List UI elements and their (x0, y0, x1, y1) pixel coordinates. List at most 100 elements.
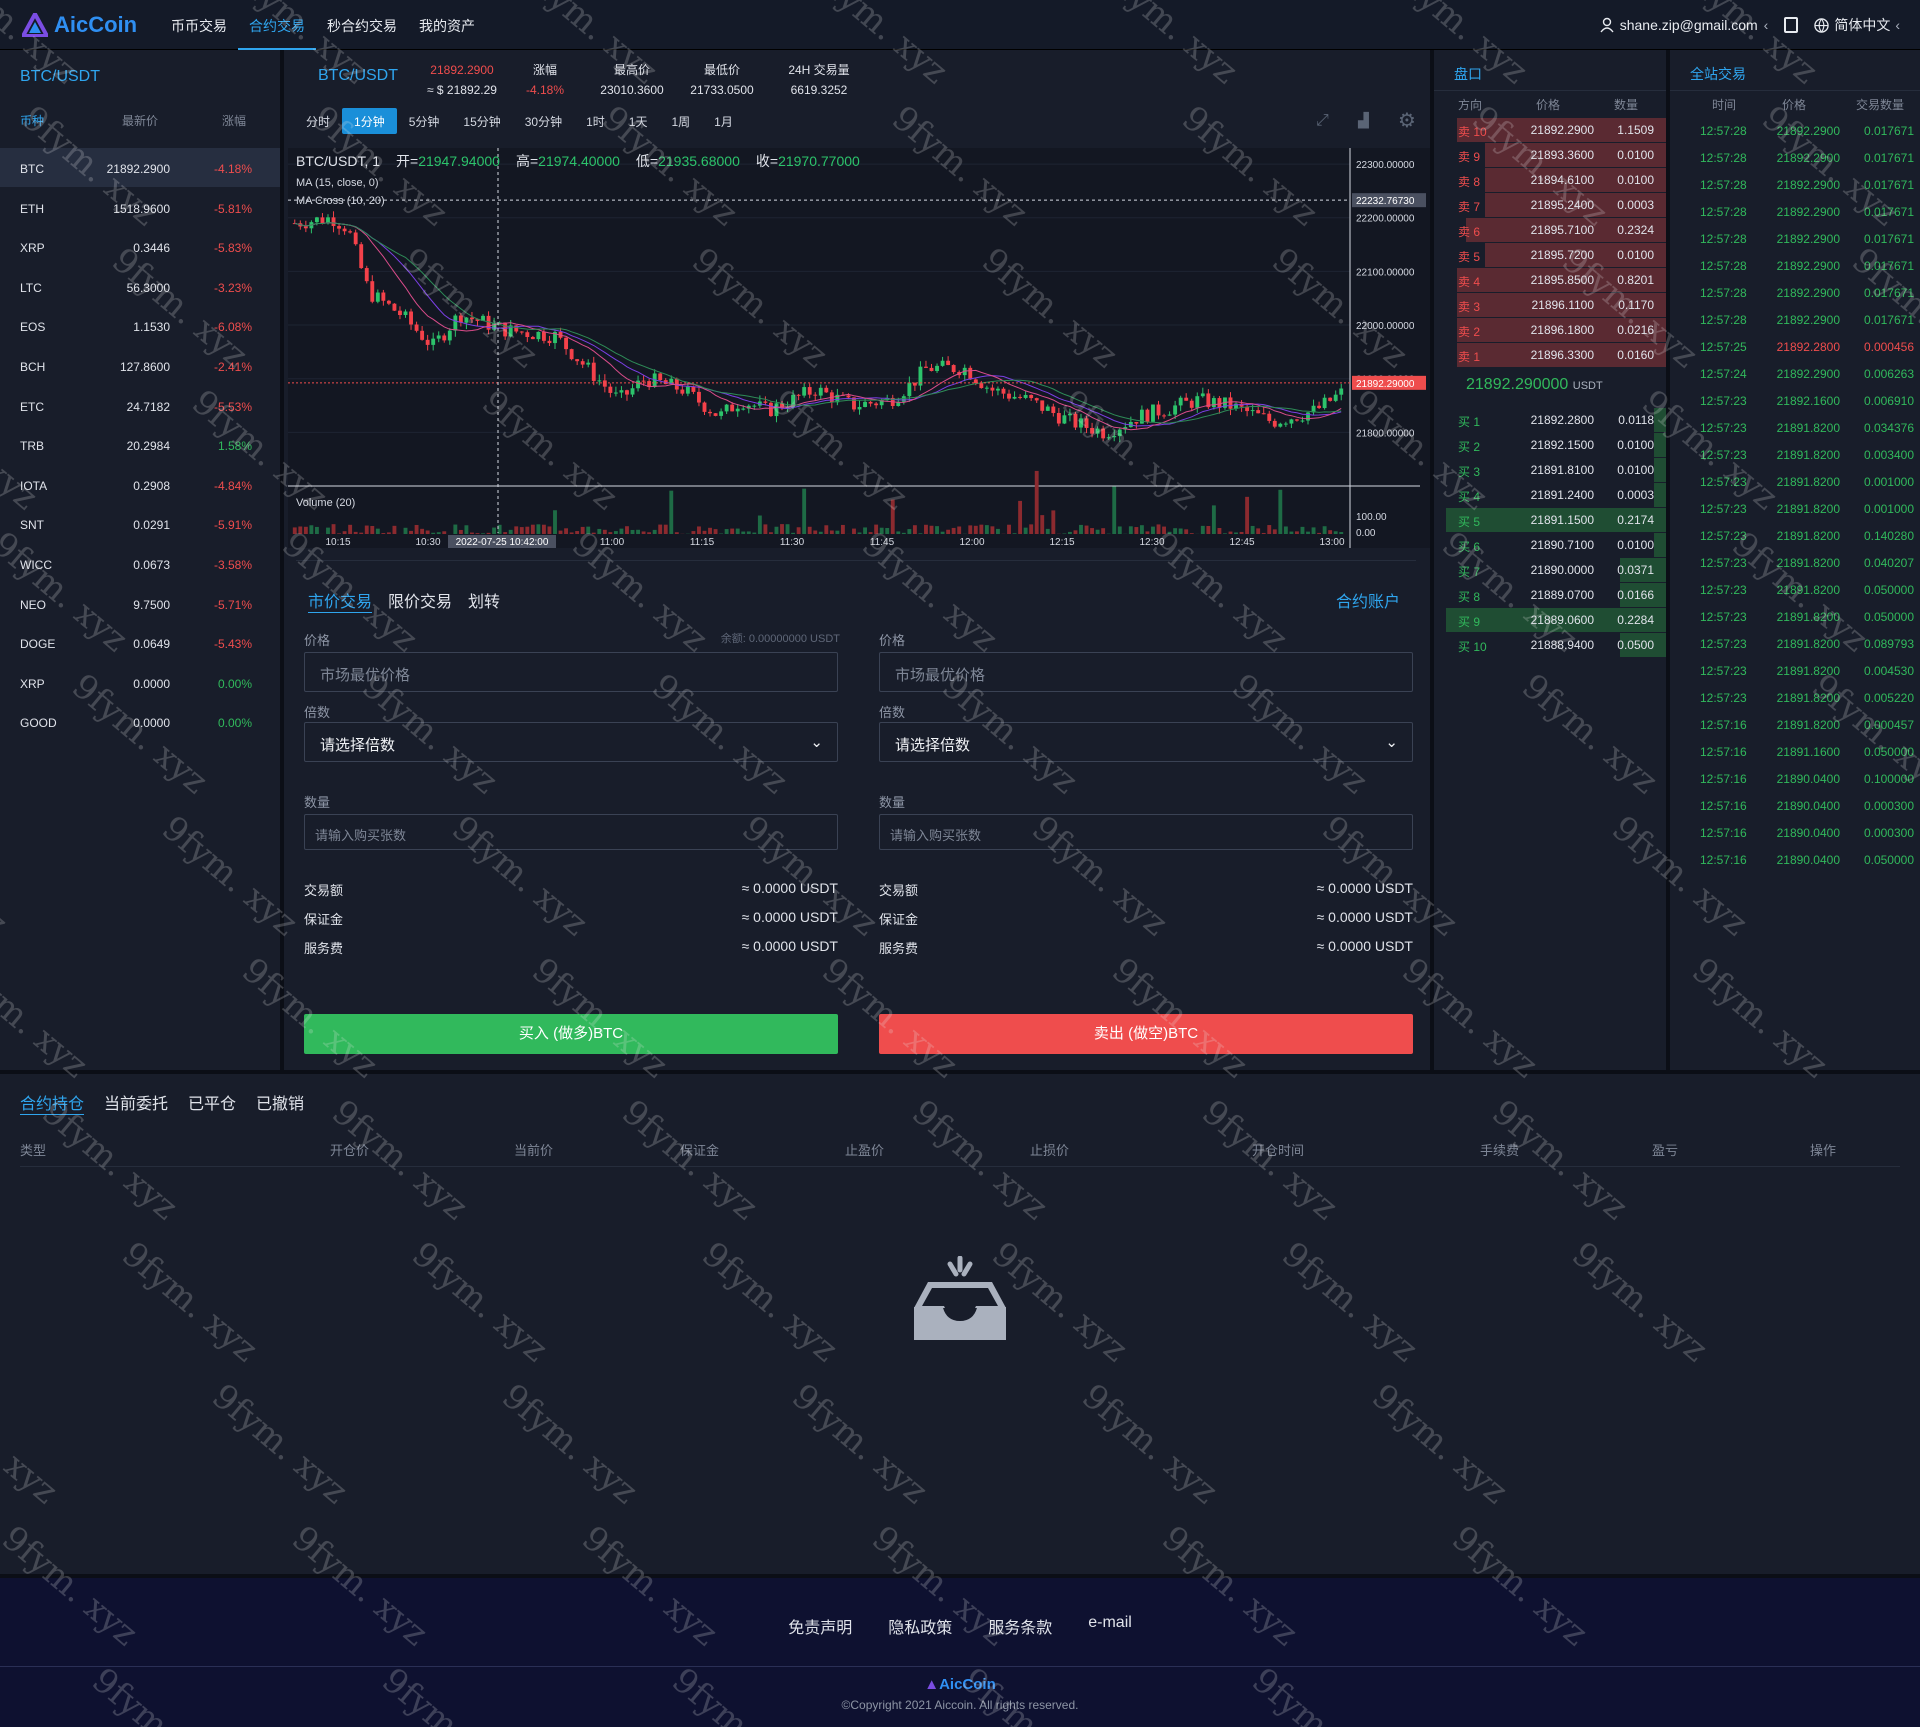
timeframe-3[interactable]: 15分钟 (451, 108, 512, 134)
bid-row[interactable]: 买 2 21892.1500 0.0100 (1434, 433, 1666, 457)
nav-link-3[interactable]: 我的资产 (408, 0, 486, 50)
timeframe-0[interactable]: 分时 (294, 108, 342, 134)
book-price: 21890.7100 (1530, 538, 1594, 552)
book-header-qty: 数量 (1614, 98, 1639, 112)
bid-row[interactable]: 买 1 21892.2800 0.0118 (1434, 408, 1666, 432)
coin-row[interactable]: EOS 1.1530 -6.08% (0, 306, 280, 345)
indicator-ma-label[interactable]: MA (15, close, 0) (296, 177, 379, 189)
trade-qty: 0.050000 (1863, 610, 1914, 624)
footer-link-1[interactable]: 隐私政策 (888, 1614, 952, 1638)
ask-row[interactable]: 卖 1 21896.3300 0.0160 (1434, 343, 1666, 367)
candlestick-chart[interactable]: 22300.00000 22200.00000 22100.00000 22000.0… (288, 148, 1430, 548)
ask-row[interactable]: 卖 3 21896.1100 0.1170 (1434, 293, 1666, 317)
ask-row[interactable]: 卖 10 21892.2900 1.1509 (1434, 118, 1666, 142)
nav-link-0[interactable]: 币币交易 (160, 0, 238, 50)
candle-body (586, 362, 591, 365)
candle-body (359, 244, 364, 269)
trade-row: 12:57:16 21890.0400 0.000300 (1670, 793, 1920, 820)
footer-link-0[interactable]: 免责声明 (788, 1614, 852, 1638)
fullscreen-icon[interactable]: ⤢ (1316, 112, 1329, 130)
bid-row[interactable]: 买 9 21889.0600 0.2284 (1434, 608, 1666, 632)
positions-tab-2[interactable]: 已平仓 (188, 1090, 236, 1115)
ask-row[interactable]: 卖 4 21895.8500 0.8201 (1434, 268, 1666, 292)
coin-row[interactable]: ETC 24.7182 -5.53% (0, 386, 280, 425)
positions-tab-0[interactable]: 合约持仓 (20, 1090, 85, 1115)
ask-row[interactable]: 卖 2 21896.1800 0.0216 (1434, 318, 1666, 342)
buy-price-input[interactable]: 市场最优价格 (304, 652, 838, 692)
coin-row[interactable]: NEO 9.7500 -5.71% (0, 584, 280, 623)
timeframe-2[interactable]: 5分钟 (397, 108, 452, 134)
timeframe-4[interactable]: 30分钟 (513, 108, 574, 134)
coin-row[interactable]: DOGE 0.0649 -5.43% (0, 623, 280, 662)
candle-body (541, 331, 546, 341)
trade-tab-2[interactable]: 划转 (468, 588, 500, 613)
volume-bar (1206, 525, 1211, 534)
footer-link-3[interactable]: e-mail (1088, 1614, 1132, 1638)
buy-leverage-select[interactable]: 请选择倍数 ⌄ (304, 722, 838, 762)
ask-row[interactable]: 卖 9 21893.3600 0.0100 (1434, 143, 1666, 167)
bid-row[interactable]: 买 4 21891.2400 0.0003 (1434, 483, 1666, 507)
ask-row[interactable]: 卖 5 21895.7200 0.0100 (1434, 243, 1666, 267)
coin-change: -5.43% (213, 637, 252, 652)
buy-quantity-input[interactable]: 请输入购买张数 (304, 814, 838, 850)
coin-row[interactable]: BCH 127.8600 -2.41% (0, 346, 280, 385)
candle-body (1294, 419, 1299, 421)
bid-row[interactable]: 买 6 21890.7100 0.0100 (1434, 533, 1666, 557)
bid-row[interactable]: 买 5 21891.1500 0.2174 (1434, 508, 1666, 532)
indicator-volume-label[interactable]: Volume (20) (296, 497, 355, 509)
book-price: 21896.1800 (1530, 323, 1594, 337)
coin-row[interactable]: BTC 21892.2900 -4.18% (0, 148, 280, 187)
sell-quantity-input[interactable]: 请输入购买张数 (879, 814, 1413, 850)
coin-row[interactable]: ETH 1518.9600 -5.81% (0, 188, 280, 227)
bid-row[interactable]: 买 7 21890.0000 0.0371 (1434, 558, 1666, 582)
bid-row[interactable]: 买 3 21891.8100 0.0100 (1434, 458, 1666, 482)
trade-time: 12:57:28 (1700, 286, 1747, 300)
positions-tab-3[interactable]: 已撤销 (256, 1090, 304, 1115)
coin-row[interactable]: IOTA 0.2908 -4.84% (0, 465, 280, 504)
coin-row[interactable]: LTC 56.3000 -3.23% (0, 267, 280, 306)
timeframe-1[interactable]: 1分钟 (342, 108, 397, 134)
sell-leverage-select[interactable]: 请选择倍数 ⌄ (879, 722, 1413, 762)
candle-body (525, 332, 530, 337)
nav-link-2[interactable]: 秒合约交易 (316, 0, 408, 50)
indicator-ma-cross-label[interactable]: MA Cross (10, 20) (296, 195, 385, 207)
language-switch[interactable]: 简体中文 ‹ (1814, 15, 1900, 35)
timeframe-7[interactable]: 1周 (659, 108, 702, 134)
fee-row: 保证金 ≈ 0.0000 USDT (879, 909, 1413, 928)
indicator-icon[interactable]: ▟ (1358, 112, 1369, 129)
coin-price: 0.0000 (133, 716, 170, 731)
timeframe-8[interactable]: 1月 (702, 108, 745, 134)
buy-button[interactable]: 买入 (做多)BTC (304, 1014, 838, 1054)
coin-row[interactable]: TRB 20.2984 1.58% (0, 425, 280, 464)
ask-row[interactable]: 卖 6 21895.7100 0.2324 (1434, 218, 1666, 242)
coin-row[interactable]: GOOD 0.0000 0.00% (0, 702, 280, 741)
trade-tab-1[interactable]: 限价交易 (388, 588, 452, 613)
footer-link-2[interactable]: 服务条款 (988, 1614, 1052, 1638)
trade-tab-0[interactable]: 市价交易 (308, 588, 373, 613)
brand-logo[interactable]: AicCoin (22, 10, 137, 40)
positions-tab-1[interactable]: 当前委托 (104, 1090, 168, 1115)
coin-row[interactable]: WICC 0.0673 -3.58% (0, 544, 280, 583)
coin-price: 0.0291 (133, 518, 170, 533)
gear-icon[interactable]: ⚙ (1398, 108, 1416, 133)
coin-row[interactable]: XRP 0.3446 -5.83% (0, 227, 280, 266)
contract-account-link[interactable]: 合约账户 (1336, 588, 1400, 612)
coin-price: 0.3446 (133, 241, 170, 256)
candle-body (625, 390, 629, 395)
volume-bar (824, 525, 829, 534)
ask-row[interactable]: 卖 8 21894.6100 0.0100 (1434, 168, 1666, 192)
download-app-icon[interactable] (1784, 17, 1799, 33)
user-menu[interactable]: shane.zip@gmail.com ‹ (1600, 17, 1768, 33)
ask-row[interactable]: 卖 7 21895.2400 0.0003 (1434, 193, 1666, 217)
coin-row[interactable]: SNT 0.0291 -5.91% (0, 504, 280, 543)
nav-link-1[interactable]: 合约交易 (238, 0, 316, 50)
sell-price-input[interactable]: 市场最优价格 (879, 652, 1413, 692)
coin-row[interactable]: XRP 0.0000 0.00% (0, 663, 280, 702)
timeframe-5[interactable]: 1时 (574, 108, 617, 134)
bid-row[interactable]: 买 8 21889.0700 0.0166 (1434, 583, 1666, 607)
fee-value: ≈ 0.0000 USDT (741, 880, 838, 896)
bid-row[interactable]: 买 10 21888.9400 0.0500 (1434, 633, 1666, 657)
price-tick-label: 22000.00000 (1356, 321, 1415, 332)
sell-button[interactable]: 卖出 (做空)BTC (879, 1014, 1413, 1054)
timeframe-6[interactable]: 1天 (617, 108, 660, 134)
